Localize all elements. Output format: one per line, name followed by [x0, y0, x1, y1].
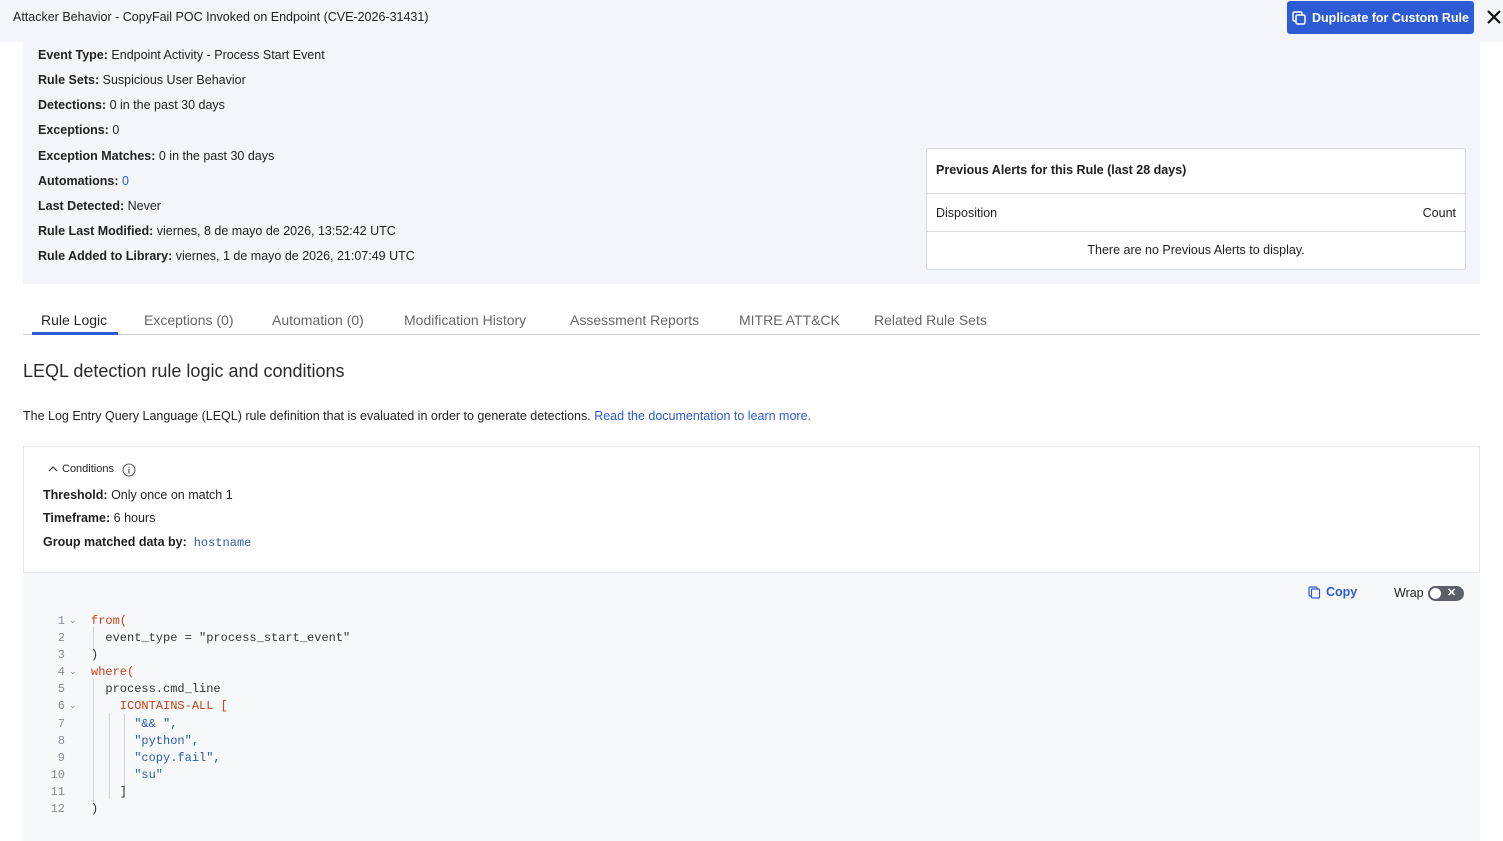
- duplicate-icon: [1292, 10, 1306, 25]
- column-count[interactable]: Count: [1423, 206, 1456, 220]
- tab-bar: Rule Logic Exceptions (0) Automation (0)…: [23, 305, 1480, 335]
- code-editor[interactable]: Copy Wrap ✕ 1 ⌄ from( 2 event_type = "proc…: [23, 573, 1480, 841]
- timeframe-field: Timeframe: 6 hours: [43, 511, 156, 525]
- event-type-field: Event Type: Endpoint Activity - Process …: [38, 48, 325, 62]
- previous-alerts-title: Previous Alerts for this Rule (last 28 d…: [927, 149, 1465, 194]
- tab-modification-history[interactable]: Modification History: [404, 312, 526, 328]
- last-detected-field: Last Detected: Never: [38, 199, 161, 213]
- section-heading: LEQL detection rule logic and conditions: [23, 361, 345, 381]
- wrap-toggle-knob: [1430, 588, 1441, 599]
- wrap-toggle[interactable]: ✕: [1428, 586, 1464, 601]
- close-icon: ✕: [1447, 587, 1457, 599]
- tab-assessment-reports[interactable]: Assessment Reports: [570, 312, 699, 328]
- conditions-panel: Conditions Threshold: Only once on match…: [23, 446, 1480, 573]
- conditions-label: Conditions: [62, 463, 114, 475]
- exception-matches-field: Exception Matches: 0 in the past 30 days: [38, 149, 275, 163]
- duplicate-label: Duplicate for Custom Rule: [1312, 10, 1469, 25]
- column-disposition[interactable]: Disposition: [936, 206, 997, 220]
- group-by-field: Group matched data by: hostname: [43, 535, 252, 550]
- tab-rule-logic[interactable]: Rule Logic: [41, 312, 107, 328]
- page-title: Attacker Behavior - CopyFail POC Invoked…: [13, 10, 429, 24]
- tab-mitre-attack[interactable]: MITRE ATT&CK: [739, 312, 840, 328]
- threshold-field: Threshold: Only once on match 1: [43, 488, 233, 502]
- documentation-link[interactable]: Read the documentation to learn more.: [594, 409, 811, 423]
- close-icon[interactable]: [1485, 6, 1503, 28]
- copy-button[interactable]: Copy: [1308, 585, 1357, 599]
- conditions-toggle[interactable]: Conditions: [48, 463, 114, 475]
- chevron-up-icon: [48, 466, 58, 472]
- active-tab-indicator: [32, 332, 118, 335]
- automations-link[interactable]: 0: [122, 174, 129, 188]
- wrap-label: Wrap: [1394, 586, 1424, 600]
- rule-last-modified-field: Rule Last Modified: viernes, 8 de mayo d…: [38, 224, 396, 238]
- rule-summary-panel: Event Type: Endpoint Activity - Process …: [23, 42, 1480, 284]
- copy-icon: [1308, 585, 1321, 599]
- section-description: The Log Entry Query Language (LEQL) rule…: [23, 409, 811, 423]
- fold-chevron-icon[interactable]: ⌄: [69, 613, 77, 630]
- fold-chevron-icon[interactable]: ⌄: [69, 664, 77, 681]
- rule-added-field: Rule Added to Library: viernes, 1 de may…: [38, 249, 415, 263]
- copy-label: Copy: [1326, 585, 1358, 599]
- title-bar: Attacker Behavior - CopyFail POC Invoked…: [0, 0, 1503, 42]
- rule-sets-field: Rule Sets: Suspicious User Behavior: [38, 73, 246, 87]
- fold-chevron-icon[interactable]: ⌄: [69, 698, 77, 715]
- exceptions-field: Exceptions: 0: [38, 123, 120, 137]
- tab-related-rule-sets[interactable]: Related Rule Sets: [874, 312, 987, 328]
- previous-alerts-header-row: Disposition Count: [927, 194, 1465, 232]
- info-icon[interactable]: [122, 463, 136, 477]
- tab-exceptions[interactable]: Exceptions (0): [144, 312, 233, 328]
- duplicate-custom-rule-button[interactable]: Duplicate for Custom Rule: [1287, 1, 1474, 34]
- previous-alerts-empty: There are no Previous Alerts to display.: [1087, 243, 1305, 257]
- automations-field: Automations: 0: [38, 174, 129, 188]
- group-by-value: hostname: [193, 536, 252, 550]
- previous-alerts-table: Previous Alerts for this Rule (last 28 d…: [926, 148, 1466, 270]
- detections-field: Detections: 0 in the past 30 days: [38, 98, 225, 112]
- tab-automation[interactable]: Automation (0): [272, 312, 364, 328]
